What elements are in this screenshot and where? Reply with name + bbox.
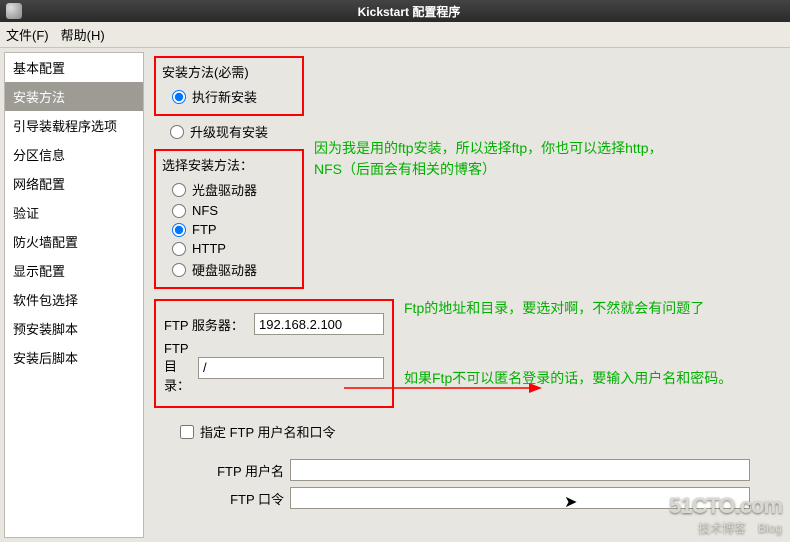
sidebar-item-display[interactable]: 显示配置 <box>5 256 143 285</box>
checkbox-ftp-creds[interactable] <box>180 425 194 439</box>
window-title: Kickstart 配置程序 <box>28 3 790 20</box>
menu-help[interactable]: 帮助(H) <box>61 25 105 44</box>
install-method-group: 安装方法(必需) 执行新安装 <box>154 56 304 116</box>
sidebar-item-install-method[interactable]: 安装方法 <box>5 82 143 111</box>
choose-method-label: 选择安装方法： <box>162 155 296 174</box>
sidebar-item-partition[interactable]: 分区信息 <box>5 140 143 169</box>
annotation-3: 如果Ftp不可以匿名登录的话，要输入用户名和密码。 <box>404 368 734 389</box>
menu-file[interactable]: 文件(F) <box>6 25 49 44</box>
sidebar-item-network[interactable]: 网络配置 <box>5 169 143 198</box>
main-area: 基本配置 安装方法 引导装载程序选项 分区信息 网络配置 验证 防火墙配置 显示… <box>0 48 790 542</box>
radio-http-label: HTTP <box>192 241 226 256</box>
cursor-icon: ➤ <box>564 492 577 512</box>
ftp-pass-input[interactable] <box>290 487 750 509</box>
app-icon <box>6 3 22 19</box>
radio-hdd[interactable] <box>172 263 186 277</box>
menubar: 文件(F) 帮助(H) <box>0 22 790 48</box>
annotation-1: 因为我是用的ftp安装，所以选择ftp，你也可以选择http，NFS（后面会有相… <box>314 138 674 180</box>
content-panel: 安装方法(必需) 执行新安装 升级现有安装 选择安装方法： 光盘驱动器 NFS … <box>144 48 790 542</box>
radio-ftp-label: FTP <box>192 222 217 237</box>
ftp-user-label: FTP 用户名 <box>184 461 284 480</box>
radio-nfs-label: NFS <box>192 203 218 218</box>
radio-nfs[interactable] <box>172 204 186 218</box>
install-method-label: 安装方法(必需) <box>162 62 296 81</box>
choose-method-group: 选择安装方法： 光盘驱动器 NFS FTP HTTP 硬盘驱动器 <box>154 149 304 289</box>
sidebar-item-prescript[interactable]: 预安装脚本 <box>5 314 143 343</box>
radio-upgrade[interactable] <box>170 125 184 139</box>
ftp-user-input[interactable] <box>290 459 750 481</box>
radio-http[interactable] <box>172 242 186 256</box>
sidebar: 基本配置 安装方法 引导装载程序选项 分区信息 网络配置 验证 防火墙配置 显示… <box>4 52 144 538</box>
ftp-dir-label: FTP 目录： <box>164 341 192 394</box>
radio-ftp[interactable] <box>172 223 186 237</box>
sidebar-item-basic[interactable]: 基本配置 <box>5 53 143 82</box>
sidebar-item-postscript[interactable]: 安装后脚本 <box>5 343 143 372</box>
ftp-pass-label: FTP 口令 <box>184 489 284 508</box>
radio-hdd-label: 硬盘驱动器 <box>192 260 257 279</box>
annotation-2: Ftp的地址和目录，要选对啊，不然就会有问题了 <box>404 298 764 319</box>
radio-cdrom[interactable] <box>172 183 186 197</box>
radio-upgrade-label: 升级现有安装 <box>190 122 268 141</box>
ftp-dir-input[interactable] <box>198 357 384 379</box>
sidebar-item-firewall[interactable]: 防火墙配置 <box>5 227 143 256</box>
titlebar: Kickstart 配置程序 <box>0 0 790 22</box>
sidebar-item-packages[interactable]: 软件包选择 <box>5 285 143 314</box>
sidebar-item-bootloader[interactable]: 引导装载程序选项 <box>5 111 143 140</box>
ftp-server-input[interactable] <box>254 313 384 335</box>
checkbox-ftp-creds-label: 指定 FTP 用户名和口令 <box>200 422 336 441</box>
radio-cdrom-label: 光盘驱动器 <box>192 180 257 199</box>
ftp-server-label: FTP 服务器： <box>164 315 248 334</box>
radio-new-install-label: 执行新安装 <box>192 87 257 106</box>
radio-new-install[interactable] <box>172 90 186 104</box>
sidebar-item-auth[interactable]: 验证 <box>5 198 143 227</box>
